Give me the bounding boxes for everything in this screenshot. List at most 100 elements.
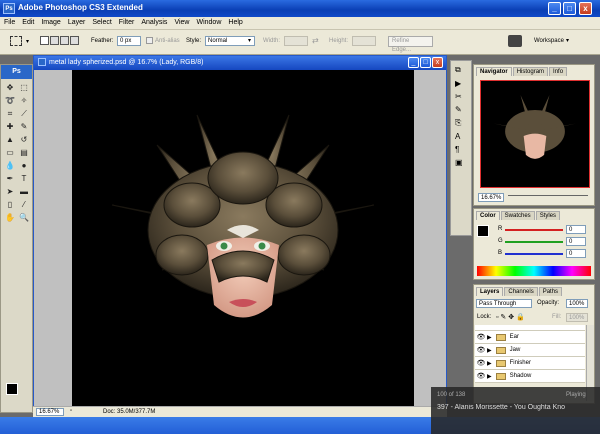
menu-select[interactable]: Select [88, 17, 114, 26]
antialias-checkbox[interactable] [146, 37, 153, 44]
expand-icon[interactable]: ▶ [487, 347, 492, 354]
marquee-tool-icon[interactable]: ⬚ [18, 82, 30, 93]
new-selection-icon[interactable] [40, 36, 49, 45]
menu-image[interactable]: Image [37, 17, 63, 26]
brush-tool-icon[interactable]: ✎ [18, 121, 30, 132]
paragraph-icon[interactable]: ¶ [455, 145, 467, 154]
history-icon[interactable]: ⧉ [455, 65, 467, 75]
actions-icon[interactable]: ▶ [455, 79, 467, 88]
clone-source-icon[interactable]: ⎘ [455, 118, 467, 128]
menu-view[interactable]: View [170, 17, 192, 26]
healing-brush-icon[interactable]: ✚ [4, 121, 16, 132]
channel-b-slider[interactable] [505, 253, 563, 255]
workspace-button[interactable]: Workspace [534, 38, 564, 44]
minimize-button[interactable]: _ [548, 2, 561, 15]
tab-styles[interactable]: Styles [535, 211, 561, 220]
navigator-preview[interactable] [480, 80, 590, 188]
zoom-tool-icon[interactable]: 🔍 [18, 212, 30, 223]
opacity-input[interactable]: 100% [566, 299, 588, 308]
layer-row[interactable]: 👁 ▶ Shadow [475, 370, 585, 383]
tab-channels[interactable]: Channels [504, 287, 538, 296]
tab-color[interactable]: Color [476, 211, 500, 220]
doc-close-button[interactable]: x [432, 57, 443, 68]
crop-tool-icon[interactable]: ⌗ [4, 108, 16, 119]
layer-row[interactable]: 👁 ▶ Finisher [475, 357, 585, 370]
menu-edit[interactable]: Edit [18, 17, 37, 26]
expand-icon[interactable]: ▶ [487, 360, 492, 367]
expand-icon[interactable]: ▶ [487, 373, 492, 380]
width-input[interactable] [284, 36, 308, 46]
navigator-zoom-slider[interactable] [508, 195, 588, 199]
lasso-tool-icon[interactable]: ➰ [4, 95, 16, 106]
tab-navigator[interactable]: Navigator [476, 67, 512, 76]
eye-icon[interactable]: 👁 [475, 346, 487, 354]
lock-icons[interactable]: ▫ ✎ ✥ 🔒 [496, 313, 525, 321]
character-icon[interactable]: A [455, 132, 467, 141]
canvas-image[interactable] [72, 70, 414, 407]
tool-presets-icon[interactable]: ✂ [455, 92, 467, 101]
style-chevron-icon[interactable]: ▾ [248, 37, 251, 44]
music-notification[interactable]: 100 of 138 Playing 397 - Alanis Morisset… [431, 387, 600, 434]
eye-icon[interactable]: 👁 [475, 333, 487, 341]
menu-file[interactable]: File [0, 17, 18, 26]
slice-tool-icon[interactable]: ⟋ [18, 108, 30, 119]
maximize-button[interactable]: □ [563, 2, 576, 15]
stamp-tool-icon[interactable]: ▲ [4, 134, 16, 145]
intersect-selection-icon[interactable] [70, 36, 79, 45]
history-brush-icon[interactable]: ↺ [18, 134, 30, 145]
notes-tool-icon[interactable]: ▯ [4, 199, 16, 210]
tab-swatches[interactable]: Swatches [500, 211, 535, 220]
gradient-tool-icon[interactable]: ▤ [18, 147, 30, 158]
menu-help[interactable]: Help [224, 17, 245, 26]
marquee-tool-icon[interactable] [10, 36, 22, 46]
hand-tool-icon[interactable]: ✋ [4, 212, 16, 223]
magic-wand-icon[interactable]: ✧ [18, 95, 30, 106]
eye-icon[interactable]: 👁 [475, 359, 487, 367]
feather-input[interactable]: 0 px [117, 36, 141, 46]
eye-icon[interactable]: 👁 [475, 372, 487, 380]
path-select-icon[interactable]: ➤ [4, 186, 16, 197]
channel-g-slider[interactable] [505, 241, 563, 243]
add-selection-icon[interactable] [50, 36, 59, 45]
expand-icon[interactable]: ▶ [487, 334, 492, 341]
eraser-tool-icon[interactable]: ▭ [4, 147, 16, 158]
type-tool-icon[interactable]: T [18, 173, 30, 184]
refine-edge-button[interactable]: Refine Edge... [388, 36, 433, 53]
tab-layers[interactable]: Layers [476, 287, 504, 296]
channel-g-input[interactable]: 0 [566, 237, 586, 246]
menu-layer[interactable]: Layer [64, 17, 89, 26]
zoom-level-field[interactable]: 16.67% [36, 408, 64, 416]
foreground-color-swatch[interactable] [6, 383, 18, 395]
brushes-icon[interactable]: ✎ [455, 105, 467, 114]
layer-comps-icon[interactable]: ▣ [455, 158, 467, 167]
bridge-icon[interactable] [508, 35, 522, 47]
shape-tool-icon[interactable]: ▬ [18, 186, 30, 197]
chevron-down-icon[interactable]: ▾ [26, 38, 29, 45]
layer-row[interactable]: 👁 ▶ Jaw [475, 344, 585, 357]
channel-r-slider[interactable] [505, 229, 563, 231]
dodge-tool-icon[interactable]: ● [18, 160, 30, 171]
menu-filter[interactable]: Filter [115, 17, 138, 26]
height-input[interactable] [352, 36, 376, 46]
eyedropper-icon[interactable]: ⁄ [18, 199, 30, 210]
workspace-chevron-icon[interactable]: ▾ [566, 37, 569, 44]
fill-input[interactable]: 100% [566, 313, 588, 322]
tab-paths[interactable]: Paths [538, 287, 563, 296]
color-fg-swatch[interactable] [477, 225, 489, 237]
swap-icon[interactable]: ⇄ [312, 36, 319, 45]
layer-row[interactable]: 👁 ▶ Ear [475, 331, 585, 344]
channel-r-input[interactable]: 0 [566, 225, 586, 234]
color-spectrum-bar[interactable] [477, 266, 591, 276]
tab-histogram[interactable]: Histogram [512, 67, 549, 76]
doc-minimize-button[interactable]: _ [408, 57, 419, 68]
menu-window[interactable]: Window [192, 17, 224, 26]
blur-tool-icon[interactable]: 💧 [4, 160, 16, 171]
subtract-selection-icon[interactable] [60, 36, 69, 45]
doc-maximize-button[interactable]: □ [420, 57, 431, 68]
pen-tool-icon[interactable]: ✒ [4, 173, 16, 184]
close-button[interactable]: x [579, 2, 592, 15]
channel-b-input[interactable]: 0 [566, 249, 586, 258]
move-tool-icon[interactable]: ✥ [4, 82, 16, 93]
menu-analysis[interactable]: Analysis [137, 17, 170, 26]
blend-mode-select[interactable]: Pass Through [476, 299, 532, 308]
